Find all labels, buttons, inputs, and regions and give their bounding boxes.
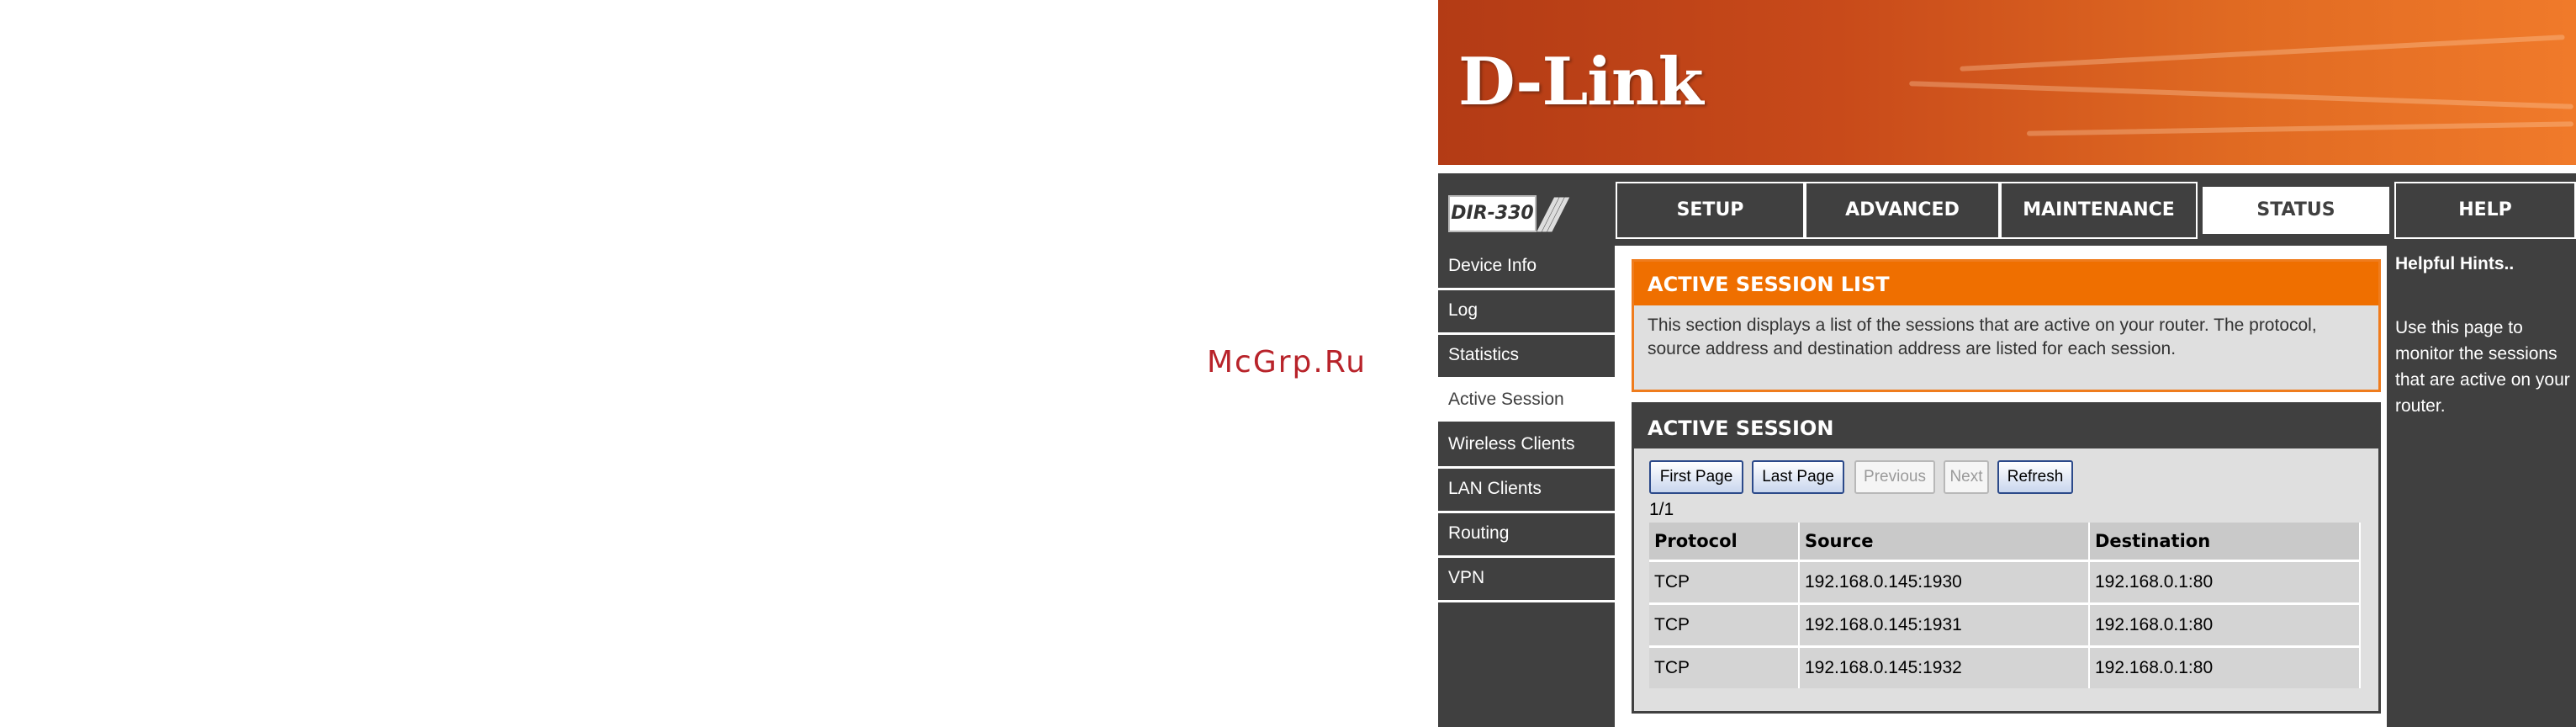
hints-text: Use this page to monitor the sessions th… xyxy=(2395,318,2570,416)
section-title: ACTIVE SESSION LIST xyxy=(1634,262,2378,305)
first-page-button[interactable]: First Page xyxy=(1649,460,1743,494)
sidebar-item-routing[interactable]: Routing xyxy=(1438,513,1615,558)
header-banner: D-Link xyxy=(1438,0,2576,173)
watermark: McGrp.Ru xyxy=(1207,345,1367,379)
top-navigation: DIR-330 /// SETUP ADVANCED MAINTENANCE S… xyxy=(1438,178,2576,242)
sidebar-item-lan-clients[interactable]: LAN Clients xyxy=(1438,469,1615,513)
column-header-protocol: Protocol xyxy=(1649,523,1800,560)
previous-button[interactable]: Previous xyxy=(1854,460,1935,494)
refresh-button[interactable]: Refresh xyxy=(1997,460,2073,494)
page-indicator: 1/1 xyxy=(1649,500,1674,519)
hints-title: Helpful Hints.. xyxy=(2395,254,2515,273)
tab-maintenance[interactable]: MAINTENANCE xyxy=(2000,182,2198,239)
sidebar-item-device-info[interactable]: Device Info xyxy=(1438,246,1615,290)
tab-setup[interactable]: SETUP xyxy=(1616,182,1805,239)
protocol-cell: TCP xyxy=(1649,602,1800,645)
slash-decoration: /// xyxy=(1541,189,1567,238)
tab-help[interactable]: HELP xyxy=(2394,182,2576,239)
sidebar-item-statistics[interactable]: Statistics xyxy=(1438,335,1615,379)
model-badge: DIR-330 /// xyxy=(1441,187,1610,238)
column-header-destination: Destination xyxy=(2090,523,2361,560)
sidebar-item-vpn[interactable]: VPN xyxy=(1438,558,1615,602)
active-session-panel: ACTIVE SESSION First Page Last Page Prev… xyxy=(1632,402,2381,714)
table-row: TCP 192.168.0.145:1930 192.168.0.1:80 xyxy=(1649,560,2361,602)
table-row: TCP 192.168.0.145:1931 192.168.0.1:80 xyxy=(1649,602,2361,645)
banner-divider xyxy=(1438,165,2576,173)
last-page-button[interactable]: Last Page xyxy=(1752,460,1844,494)
model-label: DIR-330 xyxy=(1448,195,1537,232)
sidebar-item-log[interactable]: Log xyxy=(1438,290,1615,335)
column-header-source: Source xyxy=(1800,523,2090,560)
helpful-hints-panel: Helpful Hints.. Use this page to monitor… xyxy=(2387,246,2576,727)
next-button[interactable]: Next xyxy=(1944,460,1989,494)
table-header-row: Protocol Source Destination xyxy=(1649,523,2361,560)
tab-advanced[interactable]: ADVANCED xyxy=(1805,182,2000,239)
intro-section: ACTIVE SESSION LIST This section display… xyxy=(1632,259,2381,392)
source-cell: 192.168.0.145:1931 xyxy=(1800,602,2090,645)
router-admin-app: D-Link DIR-330 /// SETUP ADVANCED MAINTE… xyxy=(1438,0,2576,727)
table-row: TCP 192.168.0.145:1932 192.168.0.1:80 xyxy=(1649,645,2361,688)
destination-cell: 192.168.0.1:80 xyxy=(2090,560,2361,602)
protocol-cell: TCP xyxy=(1649,645,1800,688)
panel-title: ACTIVE SESSION xyxy=(1634,405,2378,448)
sidebar-item-active-session[interactable]: Active Session xyxy=(1438,379,1615,424)
source-cell: 192.168.0.145:1930 xyxy=(1800,560,2090,602)
sidebar-menu: Device Info Log Statistics Active Sessio… xyxy=(1438,246,1615,602)
section-description: This section displays a list of the sess… xyxy=(1648,316,2317,358)
source-cell: 192.168.0.145:1932 xyxy=(1800,645,2090,688)
session-table: Protocol Source Destination TCP 192.168.… xyxy=(1649,523,2361,688)
protocol-cell: TCP xyxy=(1649,560,1800,602)
destination-cell: 192.168.0.1:80 xyxy=(2090,602,2361,645)
destination-cell: 192.168.0.1:80 xyxy=(2090,645,2361,688)
dlink-logo: D-Link xyxy=(1458,44,1704,120)
sidebar-item-wireless-clients[interactable]: Wireless Clients xyxy=(1438,424,1615,469)
tab-status[interactable]: STATUS xyxy=(2198,182,2394,239)
